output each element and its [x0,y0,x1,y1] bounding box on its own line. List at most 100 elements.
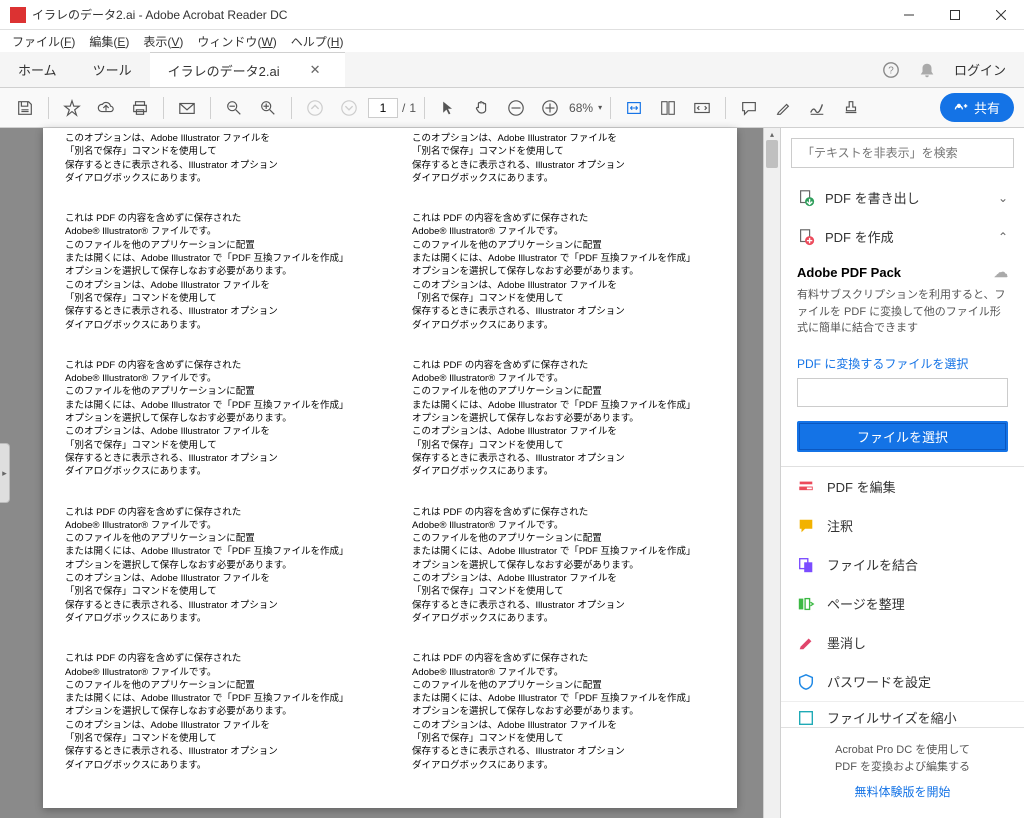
menu-help[interactable]: ヘルプ(H) [285,31,350,52]
page-current-input[interactable] [368,98,398,118]
sign-icon[interactable] [802,93,832,123]
print-icon[interactable] [125,93,155,123]
organize-pages-icon [797,595,815,613]
text-block: これは PDF の内容を含めずに保存されたAdobe® Illustrator®… [65,212,390,332]
cloud-upload-icon[interactable] [91,93,121,123]
window-title: イラレのデータ2.ai - Adobe Acrobat Reader DC [32,6,287,23]
export-pdf-icon [797,189,815,207]
pack-description: 有料サブスクリプションを利用すると、ファイルを PDF に変換して他のファイル形… [797,287,1008,337]
tool-label: パスワードを設定 [827,672,931,691]
tool-combine-files[interactable]: ファイルを結合 [781,545,1024,584]
menu-bar: ファイル(F) 編集(E) 表示(V) ウィンドウ(W) ヘルプ(H) [0,30,1024,52]
hand-icon[interactable] [467,93,497,123]
menu-file[interactable]: ファイル(F) [6,31,81,52]
tool-edit-pdf[interactable]: PDF を編集 [781,467,1024,506]
tab-home[interactable]: ホーム [0,52,75,87]
maximize-button[interactable] [932,0,978,30]
vertical-scrollbar[interactable] [763,128,780,818]
share-button[interactable]: 共有 [940,93,1014,122]
cloud-icon: ☁ [994,264,1008,281]
menu-window[interactable]: ウィンドウ(W) [191,31,282,52]
chevron-up-icon: ⌃ [998,230,1008,244]
tool-reduce-size[interactable]: ファイルサイズを縮小 [781,701,1024,727]
tool-label: PDF を編集 [827,477,896,496]
text-block: これは PDF の内容を含めずに保存されたAdobe® Illustrator®… [65,506,390,626]
bell-icon[interactable] [918,61,936,79]
document-page: このオプションは、Adobe Illustrator ファイルを「別名で保存」コ… [43,128,737,808]
tool-organize-pages[interactable]: ページを整理 [781,584,1024,623]
toolbar: / 1 68%▾ 共有 [0,88,1024,128]
page-total: 1 [409,101,416,115]
redact-icon [797,634,815,652]
login-link[interactable]: ログイン [954,60,1006,79]
document-viewport[interactable]: ▸ このオプションは、Adobe Illustrator ファイルを「別名で保存… [0,128,780,818]
text-block: これは PDF の内容を含めずに保存されたAdobe® Illustrator®… [412,359,737,479]
fit-width-icon[interactable] [619,93,649,123]
svg-text:?: ? [888,65,894,76]
comment-icon [797,517,815,535]
zoom-plus-icon[interactable] [535,93,565,123]
page-display-icon[interactable] [653,93,683,123]
search-input[interactable] [791,138,1014,168]
help-icon[interactable]: ? [882,61,900,79]
email-icon[interactable] [172,93,202,123]
tool-label: 墨消し [827,633,866,652]
tab-bar: ホーム ツール イラレのデータ2.ai ✕ ? ログイン [0,52,1024,88]
tab-close-icon[interactable]: ✕ [310,62,321,78]
create-pdf-icon [797,228,815,246]
menu-view[interactable]: 表示(V) [137,31,189,52]
page-up-icon[interactable] [300,93,330,123]
tool-label: ページを整理 [827,594,905,613]
comment-icon[interactable] [734,93,764,123]
page-down-icon[interactable] [334,93,364,123]
reduce-size-icon [797,709,815,727]
menu-edit[interactable]: 編集(E) [83,31,135,52]
free-trial-link[interactable]: 無料体験版を開始 [791,783,1014,800]
text-block: このオプションは、Adobe Illustrator ファイルを「別名で保存」コ… [65,132,390,185]
left-panel-toggle[interactable]: ▸ [0,443,10,503]
tool-label: 注釈 [827,516,853,535]
accordion-export-pdf[interactable]: PDF を書き出し ⌄ [781,178,1024,217]
page-indicator: / 1 [368,98,416,118]
select-file-button[interactable]: ファイルを選択 [797,421,1008,452]
protect-icon [797,673,815,691]
tool-label: ファイルを結合 [827,555,918,574]
edit-pdf-icon [797,478,815,496]
stamp-icon[interactable] [836,93,866,123]
tab-document[interactable]: イラレのデータ2.ai ✕ [150,52,345,87]
text-block: これは PDF の内容を含めずに保存されたAdobe® Illustrator®… [412,212,737,332]
task-pane-footer: Acrobat Pro DC を使用して PDF を変換および編集する 無料体験… [781,727,1024,818]
text-block: これは PDF の内容を含めずに保存されたAdobe® Illustrator®… [65,359,390,479]
pack-title: Adobe PDF Pack [797,265,901,280]
file-path-input[interactable] [797,378,1008,407]
chevron-down-icon: ⌄ [998,191,1008,205]
zoom-in-icon[interactable] [253,93,283,123]
tool-comment[interactable]: 注釈 [781,506,1024,545]
tool-protect[interactable]: パスワードを設定 [781,662,1024,701]
task-pane: PDF を書き出し ⌄ PDF を作成 ⌃ Adobe PDF Pack ☁ 有… [780,128,1024,818]
zoom-minus-icon[interactable] [501,93,531,123]
read-mode-icon[interactable] [687,93,717,123]
star-icon[interactable] [57,93,87,123]
combine-files-icon [797,556,815,574]
text-block: このオプションは、Adobe Illustrator ファイルを「別名で保存」コ… [412,132,737,185]
zoom-out-icon[interactable] [219,93,249,123]
zoom-level[interactable]: 68%▾ [569,101,602,115]
pointer-icon[interactable] [433,93,463,123]
text-block: これは PDF の内容を含めずに保存されたAdobe® Illustrator®… [65,652,390,772]
select-file-link[interactable]: PDF に変換するファイルを選択 [781,349,1024,378]
app-icon [10,7,26,23]
text-block: これは PDF の内容を含めずに保存されたAdobe® Illustrator®… [412,506,737,626]
save-icon[interactable] [10,93,40,123]
title-bar: イラレのデータ2.ai - Adobe Acrobat Reader DC [0,0,1024,30]
accordion-create-pdf[interactable]: PDF を作成 ⌃ [781,217,1024,256]
window-controls [886,0,1024,30]
close-button[interactable] [978,0,1024,30]
tool-redact[interactable]: 墨消し [781,623,1024,662]
scrollbar-thumb[interactable] [766,140,778,168]
tab-document-label: イラレのデータ2.ai [168,61,280,80]
minimize-button[interactable] [886,0,932,30]
tab-tools[interactable]: ツール [75,52,150,87]
text-block: これは PDF の内容を含めずに保存されたAdobe® Illustrator®… [412,652,737,772]
highlight-icon[interactable] [768,93,798,123]
